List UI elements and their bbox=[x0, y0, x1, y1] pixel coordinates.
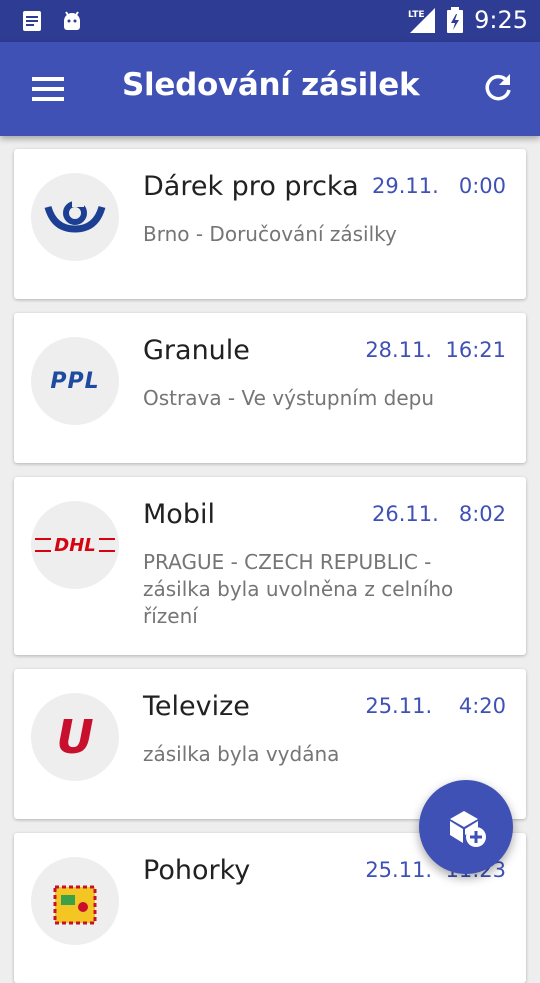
shipment-status: zásilka byla vydána bbox=[143, 742, 340, 766]
lte-signal-icon: LTE bbox=[408, 8, 436, 33]
dhl-logo: DHL bbox=[31, 501, 119, 589]
ulozenka-logo: U bbox=[31, 693, 119, 781]
shipment-date: 26.11. 8:02 bbox=[372, 502, 506, 526]
parcel-box-logo bbox=[31, 857, 119, 945]
shipment-status: Ostrava - Ve výstupním depu bbox=[143, 386, 435, 410]
shipment-name: Granule bbox=[143, 335, 250, 366]
refresh-icon[interactable] bbox=[480, 70, 516, 106]
shipment-name: Dárek pro prcka bbox=[143, 171, 359, 202]
shipment-date: 29.11. 0:00 bbox=[372, 174, 506, 198]
shipment-date: 28.11. 16:21 bbox=[365, 338, 506, 362]
app-bar: Sledování zásilek bbox=[0, 42, 540, 136]
shipment-name: Televize bbox=[143, 691, 250, 722]
shipment-card[interactable]: PPL Granule 28.11. 16:21 Ostrava - Ve vý… bbox=[14, 313, 526, 463]
ceska-posta-logo bbox=[31, 173, 119, 261]
android-icon bbox=[64, 11, 80, 30]
shipment-name: Pohorky bbox=[143, 855, 251, 886]
shipment-status: Brno - Doručování zásilky bbox=[143, 222, 397, 246]
status-bar: LTE 9:25 bbox=[0, 0, 540, 42]
page-title: Sledování zásilek bbox=[122, 67, 420, 103]
shipment-status: PRAGUE - CZECH REPUBLIC - zásilka byla u… bbox=[143, 550, 454, 628]
add-package-button[interactable] bbox=[419, 780, 513, 874]
shipment-name: Mobil bbox=[143, 499, 215, 530]
svg-text:LTE: LTE bbox=[408, 10, 425, 20]
status-time: 9:25 bbox=[474, 6, 528, 34]
add-package-icon bbox=[450, 811, 486, 847]
shipment-date: 25.11. 4:20 bbox=[365, 694, 506, 718]
hamburger-menu-icon[interactable] bbox=[26, 71, 70, 107]
shipment-card[interactable]: DHL Mobil 26.11. 8:02 PRAGUE - CZECH REP… bbox=[14, 477, 526, 655]
battery-icon bbox=[447, 7, 464, 33]
notes-icon bbox=[23, 11, 41, 31]
shipment-card[interactable]: Dárek pro prcka 29.11. 0:00 Brno - Doruč… bbox=[14, 149, 526, 299]
ppl-logo: PPL bbox=[31, 337, 119, 425]
